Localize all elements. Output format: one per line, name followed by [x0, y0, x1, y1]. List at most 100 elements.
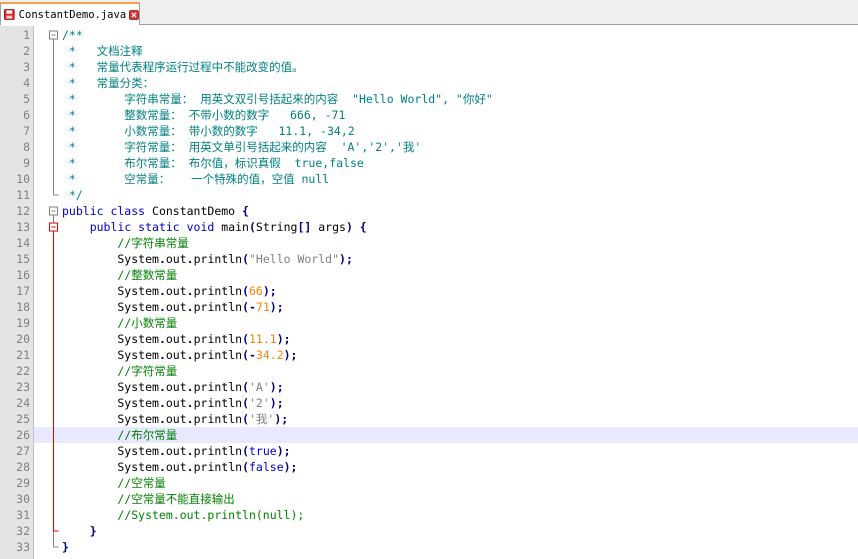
code-line[interactable]: //System.out.println(null);: [0, 507, 858, 523]
line-number: 8: [23, 140, 30, 154]
code-token: '我': [249, 412, 275, 426]
line-number: 1: [23, 28, 30, 42]
code-line[interactable]: System.out.println(66);: [0, 283, 858, 299]
code-text: //空常量不能直接输出: [62, 491, 235, 507]
line-number: 14: [16, 236, 30, 250]
code-token: println: [193, 444, 243, 458]
code-text: System.out.println('我');: [62, 411, 288, 427]
code-line[interactable]: System.out.println(true);: [0, 443, 858, 459]
code-token: out: [165, 252, 187, 266]
code-token: println: [193, 460, 243, 474]
code-text: System.out.println(-34.2);: [62, 347, 297, 363]
code-line[interactable]: * 空常量： 一个特殊的值，空值 null: [0, 171, 858, 187]
code-line[interactable]: //空常量不能直接输出: [0, 491, 858, 507]
line-number: 11: [16, 188, 30, 202]
code-token: * 常量分类：: [62, 76, 155, 90]
code-text: //布尔常量: [62, 427, 177, 443]
line-number: 31: [16, 508, 30, 522]
code-token: public class: [62, 204, 153, 218]
code-token: //字符常量: [117, 364, 178, 378]
code-token: out: [165, 348, 187, 362]
code-token: public static void: [89, 220, 222, 234]
code-token: );: [262, 284, 277, 298]
code-line[interactable]: //字符常量: [0, 363, 858, 379]
line-number: 28: [16, 460, 30, 474]
code-text: System.out.println(11.1);: [62, 331, 290, 347]
code-line[interactable]: * 字符常量： 用英文单引号括起来的内容 'A','2','我': [0, 139, 858, 155]
code-line[interactable]: }: [0, 523, 858, 539]
line-number: 6: [23, 108, 30, 122]
code-token: System: [62, 284, 159, 298]
code-token: * 常量代表程序运行过程中不能改变的值。: [62, 60, 304, 74]
code-token: .: [186, 332, 194, 346]
line-number: 12: [16, 204, 30, 218]
close-tab-icon[interactable]: [129, 9, 139, 21]
code-token: .: [158, 444, 166, 458]
code-token: .: [158, 332, 166, 346]
code-line[interactable]: //布尔常量: [0, 427, 858, 443]
code-text: System.out.println(true);: [62, 443, 290, 459]
code-text: * 布尔常量： 布尔值，标识真假 true,false: [62, 155, 364, 171]
code-line[interactable]: */: [0, 187, 858, 203]
code-token: out: [165, 460, 187, 474]
code-token: 'A': [249, 380, 270, 394]
code-line[interactable]: //字符串常量: [0, 235, 858, 251]
code-token: ) {: [345, 220, 367, 234]
code-line[interactable]: public static void main(String[] args) {: [0, 219, 858, 235]
code-line[interactable]: }: [0, 539, 858, 555]
code-token: (: [242, 412, 249, 426]
code-line[interactable]: System.out.println('A');: [0, 379, 858, 395]
code-token: //整数常量: [117, 268, 178, 282]
code-token: "Hello World": [249, 252, 340, 266]
code-token: (-: [242, 300, 256, 314]
code-line[interactable]: /**: [0, 27, 858, 43]
code-text: System.out.println('A');: [62, 379, 284, 395]
code-line[interactable]: System.out.println(-34.2);: [0, 347, 858, 363]
code-token: (-: [242, 348, 256, 362]
line-number: 3: [23, 60, 30, 74]
code-editor[interactable]: /** * 文档注释 * 常量代表程序运行过程中不能改变的值。 * 常量分类： …: [0, 26, 858, 559]
code-token: * 文档注释: [62, 44, 143, 58]
line-number: 13: [16, 220, 30, 234]
code-text: public class ConstantDemo {: [62, 203, 249, 219]
code-line[interactable]: System.out.println('我');: [0, 411, 858, 427]
code-text: //字符串常量: [62, 235, 188, 251]
code-line[interactable]: //整数常量: [0, 267, 858, 283]
code-text: System.out.println("Hello World");: [62, 251, 353, 267]
code-text: public static void main(String[] args) {: [62, 219, 367, 235]
code-text: * 字符常量： 用英文单引号括起来的内容 'A','2','我': [62, 139, 421, 155]
fold-margin[interactable]: [46, 26, 62, 559]
code-token: );: [283, 460, 298, 474]
code-line[interactable]: System.out.println("Hello World");: [0, 251, 858, 267]
code-token: out: [165, 284, 187, 298]
code-line[interactable]: * 常量代表程序运行过程中不能改变的值。: [0, 59, 858, 75]
code-line[interactable]: * 常量分类：: [0, 75, 858, 91]
code-token: System: [62, 396, 159, 410]
code-token: println: [193, 284, 243, 298]
tab-constantdemo-java[interactable]: ConstantDemo.java: [0, 2, 140, 25]
code-line[interactable]: public class ConstantDemo {: [0, 203, 858, 219]
code-token: out: [165, 300, 187, 314]
code-line[interactable]: * 小数常量： 带小数的数字 11.1, -34,2: [0, 123, 858, 139]
code-token: //空常量不能直接输出: [117, 492, 235, 506]
code-token: );: [269, 380, 284, 394]
line-number: 23: [16, 380, 30, 394]
code-line[interactable]: * 文档注释: [0, 43, 858, 59]
code-line[interactable]: //空常量: [0, 475, 858, 491]
code-line[interactable]: System.out.println(11.1);: [0, 331, 858, 347]
code-line[interactable]: System.out.println('2');: [0, 395, 858, 411]
code-token: .: [158, 300, 166, 314]
code-line[interactable]: * 字符串常量： 用英文双引号括起来的内容 "Hello World", "你好…: [0, 91, 858, 107]
code-line[interactable]: * 整数常量： 不带小数的数字 666, -71: [0, 107, 858, 123]
code-line[interactable]: //小数常量: [0, 315, 858, 331]
code-line[interactable]: System.out.println(false);: [0, 459, 858, 475]
code-line[interactable]: System.out.println(-71);: [0, 299, 858, 315]
code-line[interactable]: * 布尔常量： 布尔值，标识真假 true,false: [0, 155, 858, 171]
line-number: 33: [16, 540, 30, 554]
line-number: 21: [16, 348, 30, 362]
line-number: 30: [16, 492, 30, 506]
